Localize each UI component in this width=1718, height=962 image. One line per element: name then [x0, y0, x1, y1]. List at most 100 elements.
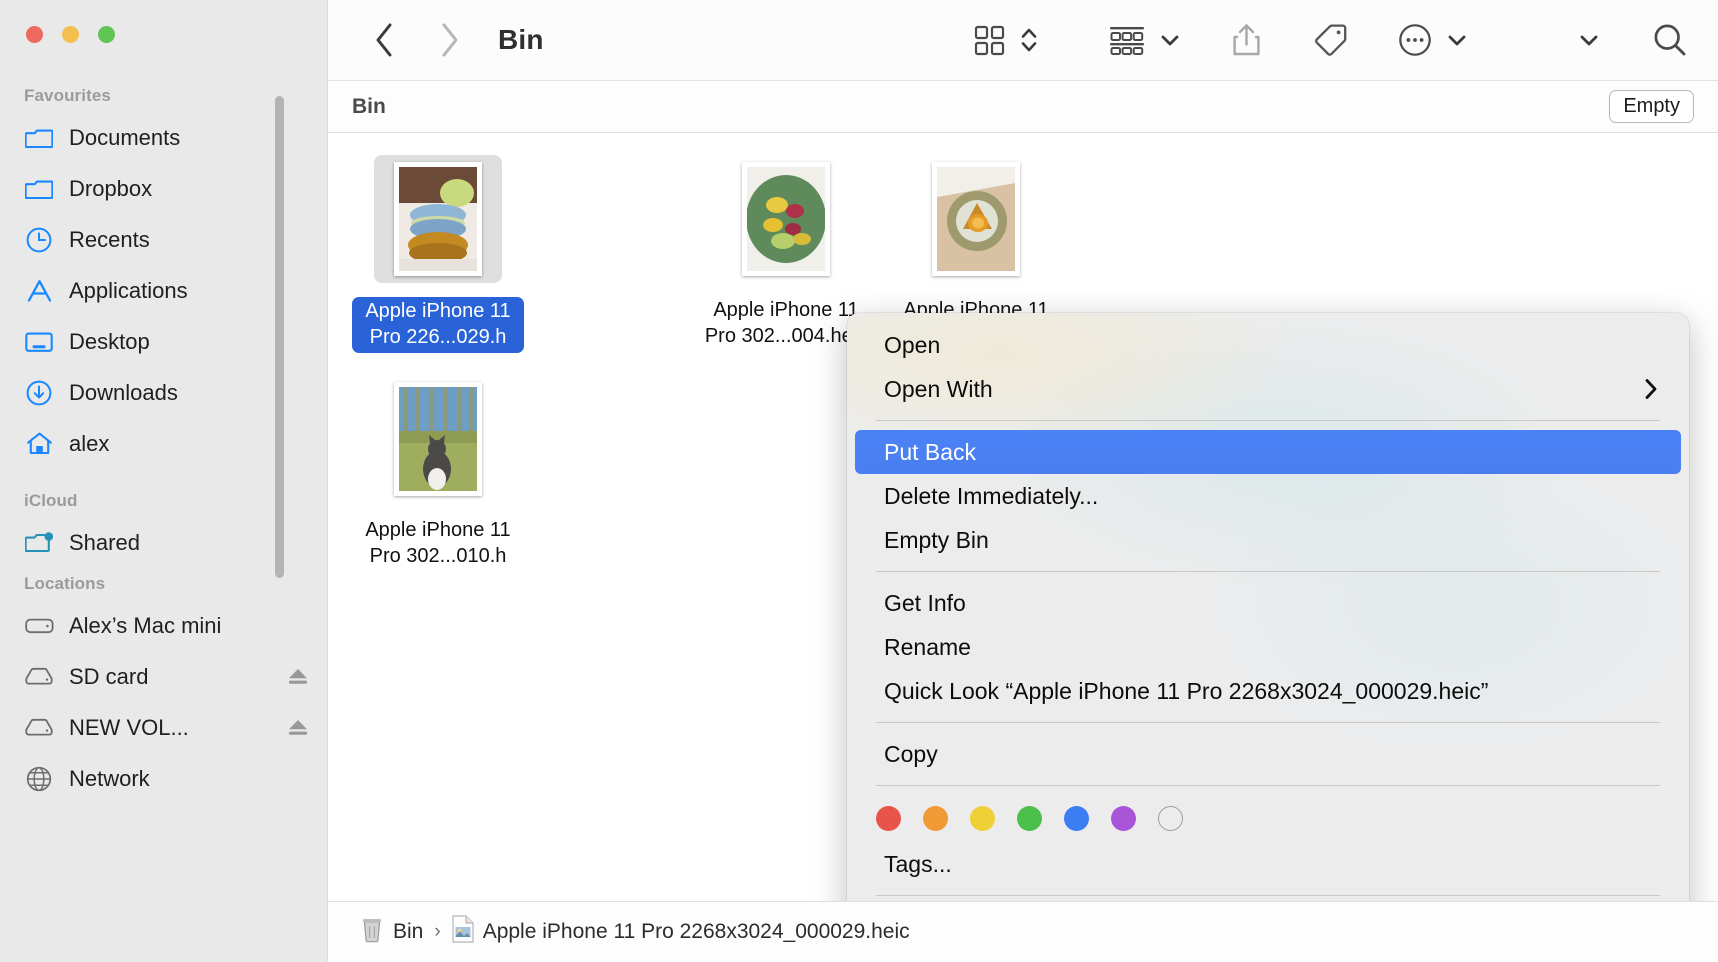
sidebar-item-alexs-mac-mini[interactable]: Alex’s Mac mini: [0, 600, 327, 651]
drive-icon: [24, 713, 54, 743]
toolbar-right-group: [974, 17, 1688, 63]
minimize-button[interactable]: [62, 26, 79, 43]
sidebar-item-label: Applications: [69, 277, 188, 303]
toolbar: Bin: [328, 0, 1718, 80]
context-menu-separator: [876, 420, 1660, 421]
trash-icon: [360, 915, 384, 949]
path-segment-bin[interactable]: Bin: [360, 915, 423, 949]
context-menu-separator: [876, 895, 1660, 896]
back-button[interactable]: [362, 17, 408, 63]
drive-icon: [24, 662, 54, 692]
file-name-label: Apple iPhone 11 Pro 302...010.h: [365, 519, 511, 567]
image-thumbnail-macarons: [394, 162, 482, 276]
file-name-label: Apple iPhone 11 Pro 226...029.h: [352, 297, 524, 353]
context-menu: Open Open With Put Back Delete Immediate…: [847, 313, 1689, 901]
folder-icon: [24, 123, 54, 153]
main-area: Bin Bin Empty Apple iPhone 11 Pro 226...…: [327, 0, 1718, 962]
window-traffic-lights: [26, 26, 115, 43]
chevron-right-icon: [1643, 377, 1659, 401]
tag-color-orange[interactable]: [923, 806, 948, 831]
file-item[interactable]: Apple iPhone 11 Pro 226...029.h: [352, 155, 524, 353]
sidebar-item-label: Desktop: [69, 328, 150, 354]
sidebar-item-new-volume[interactable]: NEW VOL...: [0, 702, 327, 753]
sidebar-item-label: NEW VOL...: [69, 714, 189, 740]
empty-bin-button[interactable]: Empty: [1609, 90, 1694, 123]
tag-color-green[interactable]: [1017, 806, 1042, 831]
path-label: Apple iPhone 11 Pro 2268x3024_000029.hei…: [482, 920, 910, 943]
context-menu-item-delete-immediately[interactable]: Delete Immediately...: [855, 474, 1681, 518]
finder-window: Favourites Documents Dropbox Recents App…: [0, 0, 1718, 962]
clock-icon: [24, 225, 54, 255]
download-icon: [24, 378, 54, 408]
group-by-icon[interactable]: [1109, 17, 1145, 63]
context-menu-separator: [876, 785, 1660, 786]
tag-color-purple[interactable]: [1111, 806, 1136, 831]
eject-icon[interactable]: [287, 717, 309, 739]
tag-color-yellow[interactable]: [970, 806, 995, 831]
image-thumbnail-cat: [394, 382, 482, 496]
subheader-title: Bin: [352, 94, 386, 118]
sidebar-item-label: Documents: [69, 124, 181, 150]
sidebar-item-label: Dropbox: [69, 175, 153, 201]
image-thumbnail-salad: [742, 162, 830, 276]
shared-folder-icon: [24, 528, 54, 558]
applications-icon: [24, 276, 54, 306]
sidebar-item-network[interactable]: Network: [0, 753, 327, 804]
thumbnail-wrap: [374, 155, 502, 283]
tag-color-blue[interactable]: [1064, 806, 1089, 831]
tag-icon[interactable]: [1314, 17, 1348, 63]
path-segment-file[interactable]: Apple iPhone 11 Pro 2268x3024_000029.hei…: [452, 915, 910, 949]
file-name-label: Apple iPhone 11 Pro 302...004.heic: [704, 299, 868, 347]
image-thumbnail-orange-plate: [932, 162, 1020, 276]
folder-icon: [24, 174, 54, 204]
sidebar: Favourites Documents Dropbox Recents App…: [0, 0, 327, 962]
view-sort-chevrons-icon[interactable]: [1019, 17, 1039, 63]
zoom-button[interactable]: [98, 26, 115, 43]
bin-subheader: Bin Empty: [328, 80, 1718, 133]
chevron-down-icon[interactable]: [1159, 17, 1181, 63]
more-actions-icon[interactable]: [1398, 17, 1432, 63]
context-menu-tag-colors: [847, 795, 1689, 842]
sidebar-item-label: Alex’s Mac mini: [69, 612, 222, 638]
home-icon: [24, 429, 54, 459]
eject-icon[interactable]: [287, 666, 309, 688]
context-menu-separator: [876, 722, 1660, 723]
context-menu-item-open[interactable]: Open: [855, 323, 1681, 367]
thumbnail-wrap: [722, 155, 850, 283]
sidebar-scrollbar[interactable]: [275, 96, 284, 578]
context-menu-item-open-with[interactable]: Open With: [855, 367, 1681, 411]
sidebar-item-label: Recents: [69, 226, 150, 252]
context-menu-item-tags[interactable]: Tags...: [855, 842, 1681, 886]
path-label: Bin: [393, 920, 424, 943]
forward-button[interactable]: [426, 17, 472, 63]
context-menu-item-empty-bin[interactable]: Empty Bin: [855, 518, 1681, 562]
context-menu-item-rename[interactable]: Rename: [855, 625, 1681, 669]
sidebar-collapse-chevron-icon[interactable]: [1578, 17, 1600, 63]
search-icon[interactable]: [1652, 17, 1688, 63]
close-button[interactable]: [26, 26, 43, 43]
sidebar-item-label: Shared: [69, 529, 140, 555]
sidebar-item-label: alex: [69, 430, 110, 456]
tag-color-red[interactable]: [876, 806, 901, 831]
share-icon[interactable]: [1231, 17, 1262, 63]
context-menu-item-copy[interactable]: Copy: [855, 732, 1681, 776]
page-title: Bin: [498, 24, 544, 55]
sidebar-item-label: Downloads: [69, 379, 178, 405]
mac-mini-icon: [24, 611, 54, 641]
thumbnail-wrap: [912, 155, 1040, 283]
sidebar-item-label: Network: [69, 765, 150, 791]
heic-file-icon: [452, 915, 474, 949]
grid-view-icon[interactable]: [974, 17, 1005, 63]
chevron-down-icon[interactable]: [1446, 17, 1468, 63]
sidebar-item-label: SD card: [69, 663, 149, 689]
context-menu-item-put-back[interactable]: Put Back: [855, 430, 1681, 474]
context-menu-item-quick-look[interactable]: Quick Look “Apple iPhone 11 Pro 2268x302…: [855, 669, 1681, 713]
file-item[interactable]: Apple iPhone 11 Pro 302...010.h: [352, 375, 524, 569]
context-menu-item-label: Open With: [884, 375, 993, 402]
path-separator: ›: [434, 921, 441, 942]
sidebar-item-sd-card[interactable]: SD card: [0, 651, 327, 702]
tag-color-none[interactable]: [1158, 806, 1183, 831]
network-icon: [24, 764, 54, 794]
context-menu-item-get-info[interactable]: Get Info: [855, 581, 1681, 625]
thumbnail-wrap: [374, 375, 502, 503]
